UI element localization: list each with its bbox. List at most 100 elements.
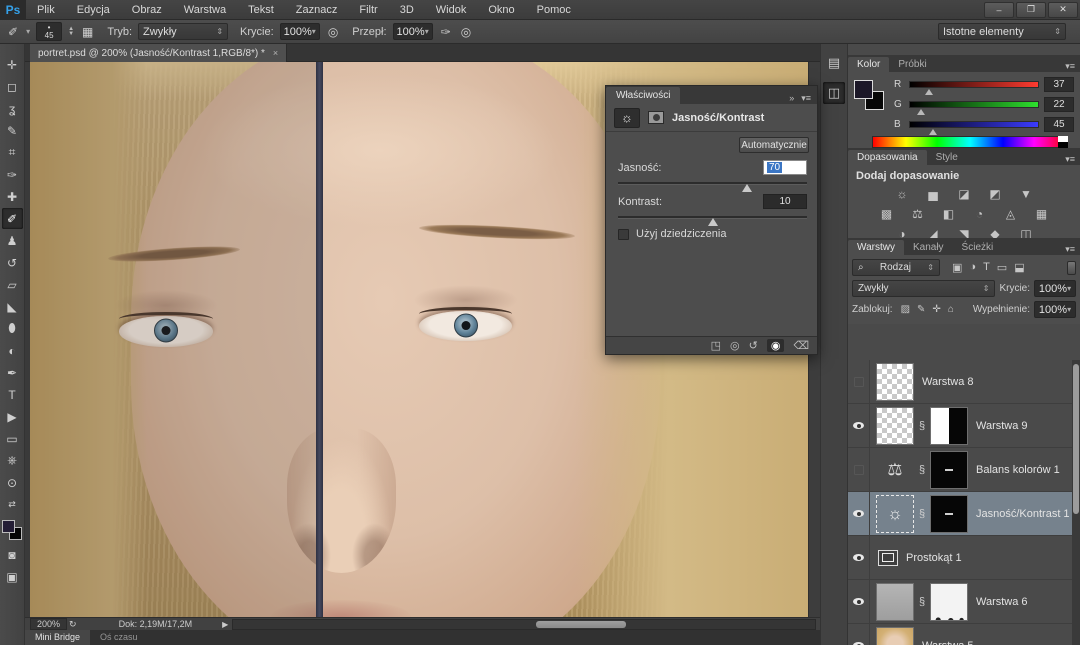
layer-mask-thumbnail[interactable]	[930, 495, 968, 533]
black-white-icon[interactable]: ◧	[938, 206, 960, 221]
minimize-button[interactable]: –	[984, 2, 1014, 18]
hue-saturation-icon[interactable]: ▩	[876, 206, 898, 221]
eye-empty-well[interactable]	[854, 465, 864, 475]
lock-all-icon[interactable]: ⌂	[948, 304, 954, 315]
brightness-slider-thumb[interactable]	[742, 184, 752, 192]
document-close-icon[interactable]: ×	[273, 48, 278, 58]
delete-adjustment-icon[interactable]: ⌫	[793, 339, 809, 352]
blend-mode-layer-select[interactable]: Zwykły ⇕	[852, 280, 995, 297]
color-spectrum-ramp[interactable]	[872, 136, 1068, 148]
layers-scroll-thumb[interactable]	[1073, 364, 1079, 514]
tab-wlasciwosci[interactable]: Właściwości	[606, 87, 680, 104]
layer-row[interactable]: Prostokąt 1	[848, 536, 1072, 580]
spectrum-bw-swatches[interactable]	[1058, 136, 1068, 148]
filter-adjustment-layers-icon[interactable]: ◑	[969, 261, 976, 274]
brightness-contrast-icon[interactable]: ☼	[891, 186, 913, 201]
zoom-tool[interactable]: ⊙	[2, 472, 23, 493]
zoom-level-field[interactable]: 200%	[30, 618, 67, 630]
hand-tool[interactable]: ⎈	[2, 450, 23, 471]
quick-mask-icon[interactable]: ◙	[2, 544, 23, 565]
type-tool[interactable]: T	[2, 384, 23, 405]
layer-filter-select[interactable]: ⌕ Rodzaj ⇕	[852, 259, 940, 276]
layer-row[interactable]: §Warstwa 6	[848, 580, 1072, 624]
brush-tool[interactable]: ✐	[2, 208, 23, 229]
layer-thumbnail[interactable]	[876, 583, 914, 621]
menu-obraz[interactable]: Obraz	[121, 0, 173, 20]
menu-okno[interactable]: Okno	[477, 0, 525, 20]
channel-value-field[interactable]: 37	[1044, 77, 1074, 92]
gradient-tool[interactable]: ◣	[2, 296, 23, 317]
layer-opacity-field[interactable]: 100% ▾	[1034, 280, 1076, 297]
airbrush-icon[interactable]: ✑	[439, 25, 453, 39]
pen-tool[interactable]: ✒	[2, 362, 23, 383]
clone-stamp-tool[interactable]: ♟	[2, 230, 23, 251]
tab-dopasowania[interactable]: Dopasowania	[848, 150, 927, 165]
layer-thumbnail[interactable]	[876, 627, 914, 645]
status-sync-icon[interactable]: ↻	[67, 619, 79, 630]
auto-button[interactable]: Automatycznie	[739, 137, 809, 153]
curves-icon[interactable]: ◪	[953, 186, 975, 201]
brush-panel-toggle-icon[interactable]: ▦	[80, 25, 95, 39]
layer-name[interactable]: Warstwa 8	[922, 376, 974, 388]
crop-tool[interactable]: ⌗	[2, 142, 23, 163]
contrast-field[interactable]: 10	[763, 194, 807, 209]
contrast-slider[interactable]	[618, 216, 807, 219]
layer-visibility-toggle[interactable]	[848, 580, 870, 624]
menu-warstwa[interactable]: Warstwa	[173, 0, 237, 20]
channel-slider-thumb[interactable]	[925, 89, 933, 95]
channel-slider-b[interactable]	[909, 121, 1039, 128]
tab-timeline[interactable]: Oś czasu	[90, 630, 148, 645]
properties-panel-icon[interactable]: ◫	[823, 82, 845, 104]
tab-mini-bridge[interactable]: Mini Bridge	[25, 630, 90, 645]
menu-edycja[interactable]: Edycja	[66, 0, 121, 20]
layer-mask-thumbnail[interactable]	[930, 407, 968, 445]
lock-transparency-icon[interactable]: ▨	[901, 304, 910, 315]
channel-slider-r[interactable]	[909, 81, 1039, 88]
flow-field[interactable]: 100% ▾	[393, 23, 433, 40]
view-previous-state-icon[interactable]: ◎	[730, 339, 740, 352]
layer-thumbnail[interactable]	[876, 407, 914, 445]
lock-position-icon[interactable]: ✛	[932, 304, 940, 315]
canvas-horizontal-scrollbar[interactable]	[232, 619, 816, 630]
restore-button[interactable]: ❐	[1016, 2, 1046, 18]
vibrance-icon[interactable]: ▼	[1015, 186, 1037, 201]
eye-icon[interactable]	[853, 554, 864, 561]
eye-empty-well[interactable]	[854, 377, 864, 387]
layer-name[interactable]: Jasność/Kontrast 1	[976, 508, 1070, 520]
opacity-field[interactable]: 100% ▾	[280, 23, 320, 40]
tab-style[interactable]: Style	[927, 150, 967, 165]
layer-row[interactable]: ⚖§Balans kolorów 1	[848, 448, 1072, 492]
layer-filter-toggle[interactable]	[1067, 261, 1076, 275]
layer-row[interactable]: ☼§Jasność/Kontrast 1	[848, 492, 1072, 536]
swap-colors-icon[interactable]: ⇄	[2, 494, 23, 515]
legacy-checkbox[interactable]	[618, 229, 629, 240]
visibility-eye-icon[interactable]: ◉	[767, 339, 785, 352]
brightness-contrast-icon[interactable]: ☼	[876, 495, 914, 533]
status-menu-arrow-icon[interactable]: ▶	[222, 620, 228, 629]
color-panel-swatches[interactable]	[854, 80, 884, 110]
eraser-tool[interactable]: ▱	[2, 274, 23, 295]
layer-name[interactable]: Warstwa 9	[976, 420, 1028, 432]
color-balance-icon[interactable]: ⚖	[876, 451, 914, 489]
eye-icon[interactable]	[853, 422, 864, 429]
tab-sciezki[interactable]: Ścieżki	[953, 240, 1003, 255]
layer-visibility-toggle[interactable]	[848, 404, 870, 448]
collapse-panel-icon[interactable]: »	[789, 93, 794, 104]
eye-icon[interactable]	[853, 598, 864, 605]
menu-tekst[interactable]: Tekst	[237, 0, 285, 20]
filter-shape-layers-icon[interactable]: ▭	[997, 261, 1007, 274]
color-balance-icon[interactable]: ⚖	[907, 206, 929, 221]
menu-3d[interactable]: 3D	[389, 0, 425, 20]
layers-panel-menu-icon[interactable]: ▾≡	[1065, 244, 1080, 255]
menu-widok[interactable]: Widok	[425, 0, 478, 20]
layer-name[interactable]: Balans kolorów 1	[976, 464, 1060, 476]
layers-scrollbar[interactable]	[1072, 360, 1080, 645]
foreground-color-swatch[interactable]	[2, 520, 15, 533]
lock-pixels-icon[interactable]: ✎	[917, 304, 925, 315]
brightness-field[interactable]: 70	[763, 160, 807, 175]
dodge-tool[interactable]: ◐	[2, 340, 23, 361]
tool-preset-arrow-icon[interactable]: ▾	[26, 27, 30, 36]
path-selection-tool[interactable]: ▶	[2, 406, 23, 427]
tab-probki[interactable]: Próbki	[889, 57, 935, 72]
history-brush-tool[interactable]: ↺	[2, 252, 23, 273]
